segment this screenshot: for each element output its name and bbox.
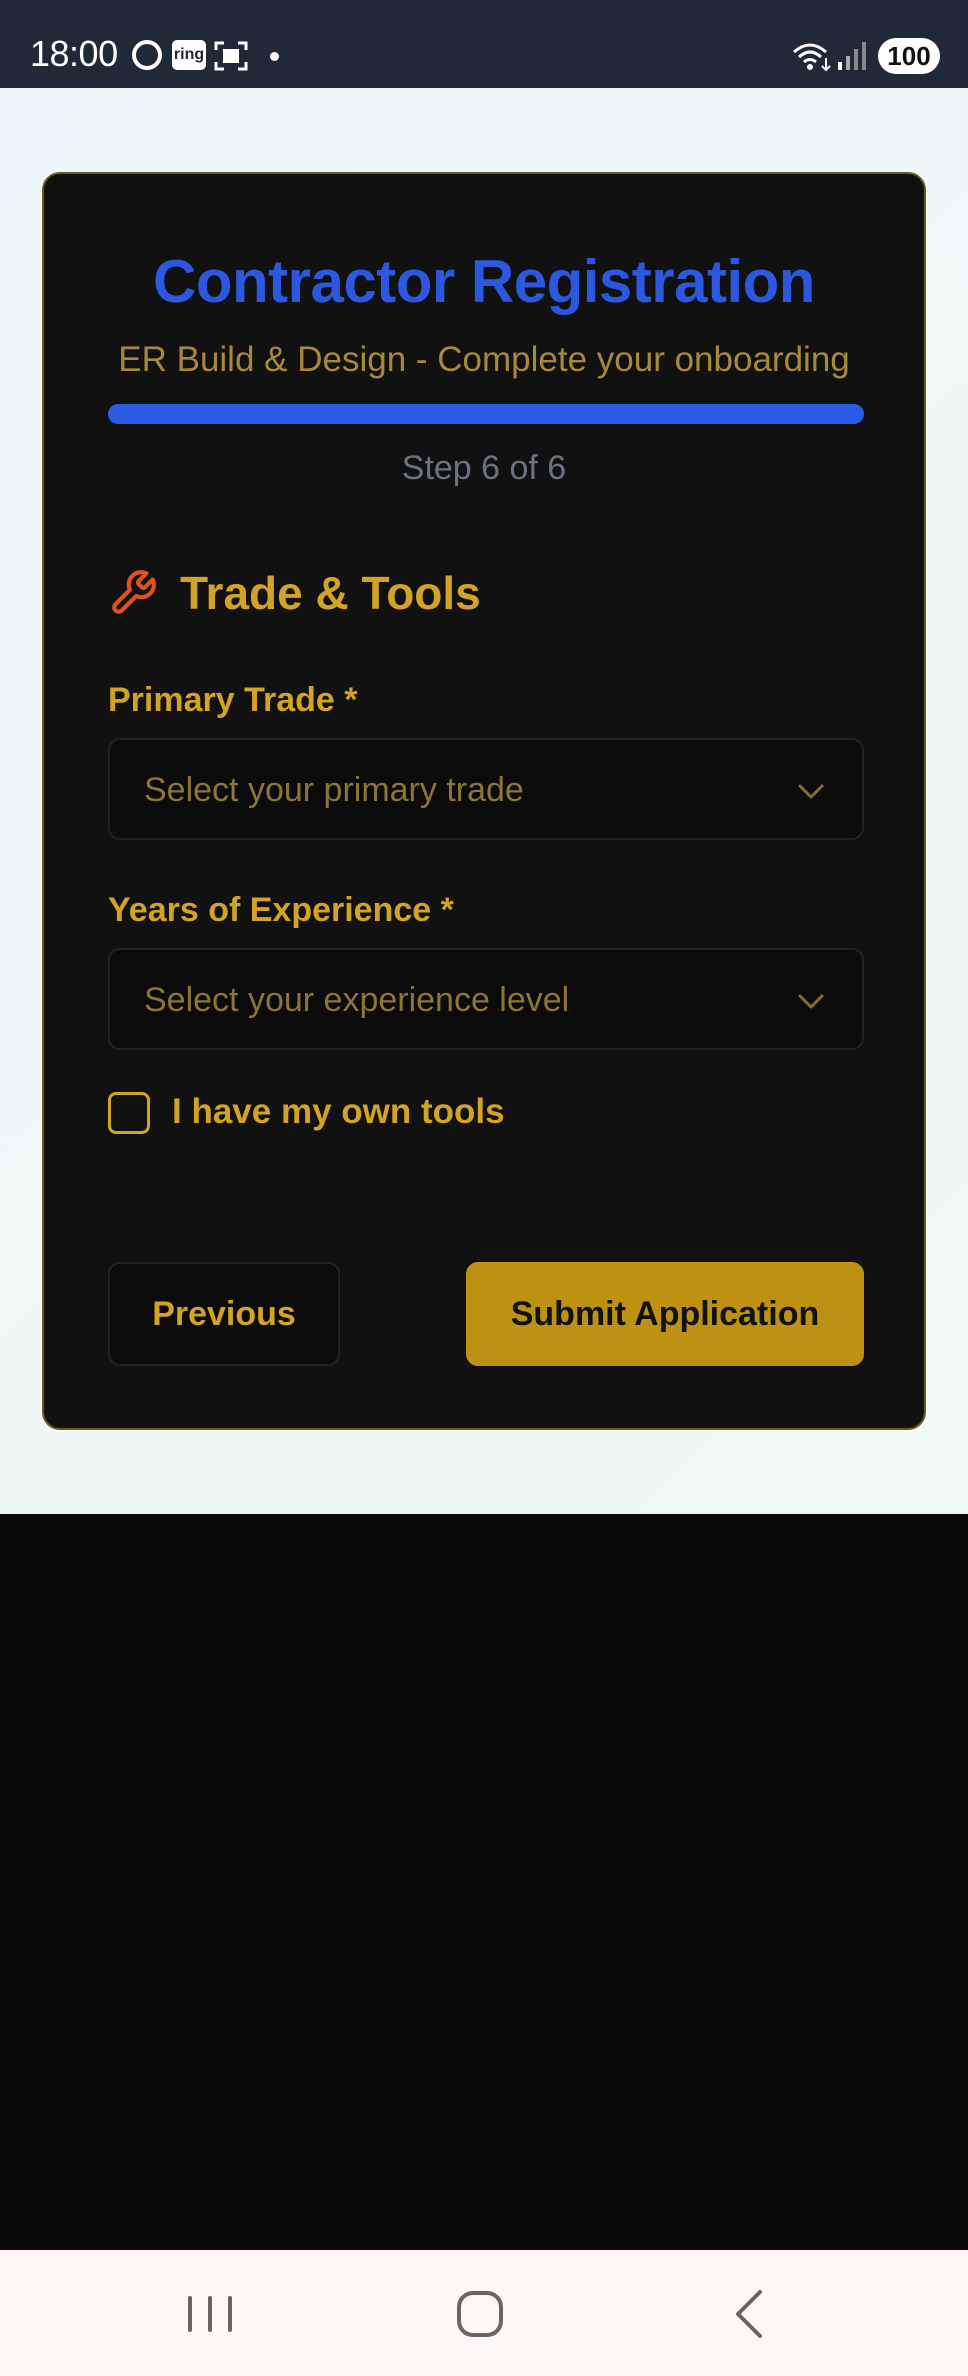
experience-select[interactable]: Select your experience level bbox=[108, 948, 864, 1050]
own-tools-checkbox[interactable] bbox=[108, 1092, 150, 1134]
notification-dot-icon bbox=[270, 52, 279, 61]
wifi-icon bbox=[793, 43, 831, 72]
page-title: Contractor Registration bbox=[153, 248, 815, 315]
experience-placeholder: Select your experience level bbox=[144, 981, 570, 1019]
step-indicator: Step 6 of 6 bbox=[401, 449, 567, 487]
progress-fill bbox=[108, 404, 864, 424]
progress-bar bbox=[108, 404, 864, 424]
signal-icon bbox=[838, 42, 866, 70]
back-icon[interactable] bbox=[722, 2286, 782, 2342]
own-tools-label[interactable]: I have my own tools bbox=[172, 1090, 505, 1134]
screenshot-icon bbox=[214, 41, 248, 71]
page-background: Contractor Registration ER Build & Desig… bbox=[0, 88, 968, 1514]
wrench-icon bbox=[112, 570, 156, 614]
chevron-down-icon bbox=[798, 784, 824, 799]
home-icon[interactable] bbox=[450, 2286, 510, 2342]
ring-app-icon bbox=[132, 40, 162, 70]
recent-apps-icon[interactable] bbox=[180, 2286, 240, 2342]
page-subtitle: ER Build & Design - Complete your onboar… bbox=[118, 340, 850, 379]
system-nav-bar bbox=[0, 2250, 968, 2376]
registration-card: Contractor Registration ER Build & Desig… bbox=[42, 172, 926, 1430]
primary-trade-select[interactable]: Select your primary trade bbox=[108, 738, 864, 840]
previous-button[interactable]: Previous bbox=[108, 1262, 340, 1366]
ring-badge-icon: ring bbox=[172, 40, 206, 70]
status-time: 18:00 bbox=[30, 33, 118, 74]
experience-label: Years of Experience * bbox=[108, 891, 454, 929]
submit-application-button[interactable]: Submit Application bbox=[466, 1262, 864, 1366]
status-bar: 18:00 ring 100 bbox=[0, 0, 968, 88]
section-title: Trade & Tools bbox=[180, 567, 481, 619]
primary-trade-placeholder: Select your primary trade bbox=[144, 771, 524, 809]
primary-trade-label: Primary Trade * bbox=[108, 681, 358, 719]
empty-dark-area bbox=[0, 1514, 968, 2250]
chevron-down-icon bbox=[798, 994, 824, 1009]
battery-icon: 100 bbox=[878, 38, 940, 74]
